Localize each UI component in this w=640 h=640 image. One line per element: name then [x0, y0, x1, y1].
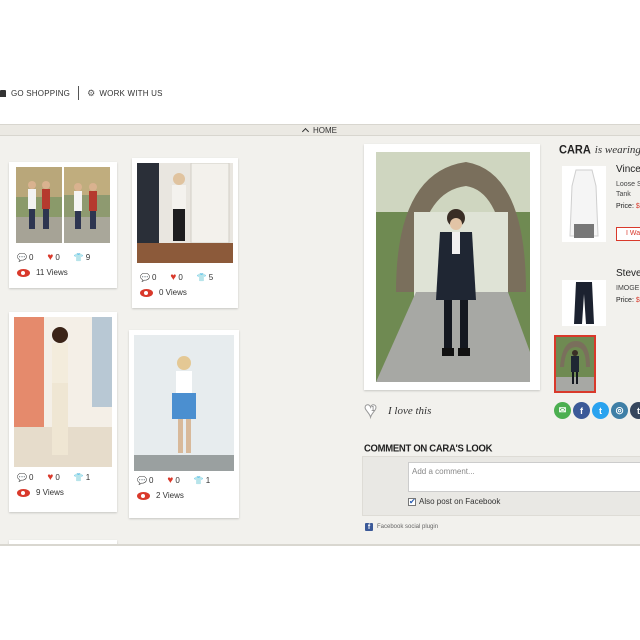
work-with-us-link[interactable]: ⚙ WORK WITH US	[87, 87, 163, 98]
shirt-icon: 👕	[196, 272, 207, 282]
tumblr-icon[interactable]: t	[630, 402, 640, 419]
product-brand[interactable]: Steve	[616, 268, 640, 279]
heart-icon: ♥	[170, 271, 177, 283]
tank-top-image	[569, 169, 599, 238]
want-count[interactable]: 👕 1	[194, 476, 210, 485]
view-count: 2 Views	[137, 491, 184, 500]
product-image[interactable]	[562, 280, 606, 326]
look-photo[interactable]	[376, 152, 530, 382]
checkbox-checked-icon[interactable]	[408, 497, 416, 506]
outfit-photo[interactable]	[14, 317, 112, 467]
product-image[interactable]	[562, 166, 606, 242]
heart-count-badge: ♥ 1	[363, 397, 378, 422]
outfit-photo-image	[16, 167, 110, 243]
look-thumbnail-image	[556, 337, 594, 391]
shirt-icon: 👕	[73, 252, 84, 262]
outfit-stats: 💬 0 ♥ 0 👕 1	[137, 474, 210, 486]
facebook-icon[interactable]: f	[573, 402, 590, 419]
comment-count[interactable]: 💬 0	[137, 476, 153, 485]
post-to-facebook-label: Also post on Facebook	[419, 497, 501, 506]
comment-icon: 💬	[137, 475, 147, 485]
twitter-icon[interactable]: t	[592, 402, 609, 419]
product-price: Price: $	[616, 297, 640, 304]
heart-icon: ♥	[167, 474, 174, 486]
product-description: Tank	[616, 191, 631, 198]
view-count: 11 Views	[17, 268, 68, 277]
product-item[interactable]: Steve IMOGE Price: $	[558, 264, 640, 328]
look-photo-frame	[364, 144, 540, 390]
outfit-stats: 💬 0 ♥ 0 👕 5	[140, 271, 213, 283]
love-button[interactable]: ♥ 1 I love this	[363, 397, 432, 422]
nav-divider	[78, 86, 80, 100]
product-price: Price: $	[616, 203, 640, 210]
go-shopping-label: GO SHOPPING	[11, 88, 71, 98]
outfit-card[interactable]: 💬 0 ♥ 0 👕 5 0 Views	[132, 158, 238, 308]
comment-icon: 💬	[17, 472, 27, 482]
home-label: HOME	[313, 125, 337, 135]
eye-icon	[17, 268, 30, 277]
shirt-icon: 👕	[73, 472, 84, 482]
outfit-card[interactable]: 💬 0 ♥ 0 👕 9 11 Views	[9, 162, 117, 288]
outfit-stats: 💬 0 ♥ 0 👕 1	[17, 471, 90, 483]
comment-input[interactable]: Add a comment...	[408, 462, 640, 492]
look-photo-image	[376, 152, 530, 382]
comment-icon: 💬	[17, 252, 27, 262]
like-count[interactable]: ♥ 0	[47, 251, 59, 263]
look-thumbnail-selected[interactable]	[554, 335, 596, 393]
outfit-stats: 💬 0 ♥ 0 👕 9	[17, 251, 90, 263]
view-count: 9 Views	[17, 488, 64, 497]
outfit-photo[interactable]	[14, 167, 112, 243]
home-bar[interactable]: HOME	[0, 124, 640, 136]
share-buttons: ✉ f t ◎ t	[554, 402, 640, 419]
eye-icon	[140, 288, 153, 297]
outfit-card[interactable]: 💬 0 ♥ 0 👕 1 9 Views	[9, 312, 117, 512]
outfit-photo[interactable]	[134, 335, 234, 471]
outfit-card[interactable]: 💬 0 ♥ 0 👕 1 2 Views	[129, 330, 239, 518]
jeans-image	[574, 282, 594, 324]
facebook-icon: f	[365, 523, 373, 531]
product-description: Loose S	[616, 181, 640, 188]
want-button[interactable]: I Wa	[616, 227, 640, 241]
comment-count[interactable]: 💬 0	[17, 473, 33, 482]
shopping-bag-icon	[0, 89, 6, 97]
gear-icon: ⚙	[87, 87, 96, 98]
product-description: IMOGE	[616, 285, 640, 292]
eye-icon	[17, 488, 30, 497]
shirt-icon: 👕	[193, 475, 204, 485]
outfit-photo-image	[134, 335, 234, 471]
product-brand[interactable]: Vince	[616, 164, 640, 175]
comment-count[interactable]: 💬 0	[17, 253, 33, 262]
outfit-card[interactable]	[9, 540, 117, 544]
outfit-photo-image	[137, 163, 233, 263]
comment-count[interactable]: 💬 0	[140, 273, 156, 282]
wearing-header: CARA is wearing...	[559, 143, 640, 156]
eye-icon	[137, 491, 150, 500]
product-item[interactable]: Vince Loose S Tank Price: $ I Wa	[558, 160, 640, 270]
chevron-up-icon	[301, 127, 310, 136]
comment-section-title: COMMENT ON CARA'S LOOK	[364, 442, 493, 455]
instagram-icon[interactable]: ◎	[611, 402, 628, 419]
want-count[interactable]: 👕 1	[74, 473, 90, 482]
owner-name[interactable]: CARA	[559, 143, 591, 156]
like-count[interactable]: ♥ 0	[47, 471, 59, 483]
work-with-us-label: WORK WITH US	[99, 88, 163, 98]
post-to-facebook-checkbox[interactable]: Also post on Facebook	[408, 497, 500, 506]
outfit-photo-image	[14, 317, 112, 467]
heart-icon: ♥	[47, 251, 54, 263]
like-count[interactable]: ♥ 0	[167, 474, 179, 486]
comment-icon: 💬	[140, 272, 150, 282]
wearing-label: is wearing...	[594, 144, 640, 156]
top-nav: GO SHOPPING ⚙ WORK WITH US	[0, 86, 163, 100]
heart-icon: ♥	[47, 471, 54, 483]
want-count[interactable]: 👕 5	[197, 273, 213, 282]
view-count: 0 Views	[140, 288, 187, 297]
want-count[interactable]: 👕 9	[74, 253, 90, 262]
outfit-photo[interactable]	[137, 163, 233, 263]
love-label: I love this	[388, 405, 432, 417]
main-content: 💬 0 ♥ 0 👕 9 11 Views 💬 0 ♥ 0 👕 5 0 Views…	[0, 136, 640, 546]
email-icon[interactable]: ✉	[554, 402, 571, 419]
facebook-plugin-credit: f Facebook social plugin	[365, 523, 438, 531]
like-count[interactable]: ♥ 0	[170, 271, 182, 283]
go-shopping-link[interactable]: GO SHOPPING	[0, 89, 70, 98]
